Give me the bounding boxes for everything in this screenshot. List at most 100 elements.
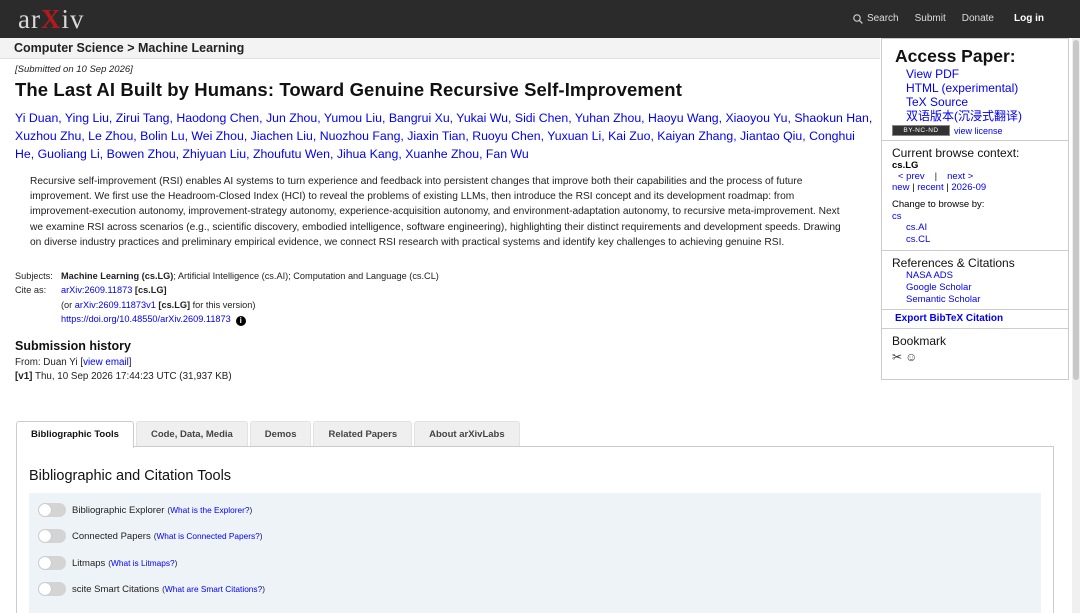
author-link[interactable]: Bolin Lu	[140, 129, 184, 143]
tool-help-link[interactable]: What is Litmaps?	[111, 558, 175, 568]
author-separator: ,	[246, 147, 253, 162]
tab-bibliographic-tools[interactable]: Bibliographic Tools	[16, 421, 134, 448]
new-link[interactable]: new	[892, 182, 909, 193]
author-link[interactable]: Yumou Liu	[324, 111, 382, 125]
author-separator: ,	[108, 111, 116, 125]
author-link[interactable]: Xiaoyou Yu	[725, 111, 787, 125]
prev-link[interactable]: < prev	[898, 171, 925, 182]
export-bibtex-link[interactable]: Export BibTeX Citation	[882, 310, 1068, 330]
author-link[interactable]: Yi Duan	[15, 111, 58, 125]
author-separator: ,	[329, 147, 337, 162]
submit-link[interactable]: Submit	[915, 13, 946, 24]
author-link[interactable]: Haoyu Wang	[648, 111, 719, 125]
author-link[interactable]: Xuzhou Zhu	[15, 129, 81, 143]
panel-heading: Bibliographic and Citation Tools	[29, 468, 232, 484]
nav-links: Search Submit Donate Log in	[853, 13, 1044, 24]
author-link[interactable]: Jiantao Qiu	[740, 129, 802, 143]
bibsonomy-icon[interactable]: ✂	[892, 350, 902, 364]
author-link[interactable]: Sidi Chen	[515, 111, 568, 125]
connected-papers-toggle[interactable]	[38, 529, 66, 543]
author-link[interactable]: Jiaxin Tian	[407, 129, 465, 143]
empty-label	[15, 298, 61, 313]
author-link[interactable]: Shaokun Han	[794, 111, 869, 125]
cite-row: Cite as: arXiv:2609.11873 [cs.LG]	[15, 283, 875, 298]
cite-id-link[interactable]: arXiv:2609.11873	[61, 285, 132, 295]
author-link[interactable]: Wei Zhou	[191, 129, 243, 143]
search-link[interactable]: Search	[853, 13, 899, 24]
author-separator: ,	[175, 147, 183, 162]
prev-next-row: < prev | next >	[898, 171, 1068, 182]
explorer-toggle[interactable]	[38, 503, 66, 517]
author-link[interactable]: Zirui Tang	[116, 111, 170, 125]
tool-help: (What is Connected Papers?)	[153, 531, 263, 541]
arxiv-logo[interactable]: arXiv	[18, 4, 85, 35]
author-link[interactable]: Bowen Zhou	[107, 147, 176, 161]
view-email-link[interactable]: view email	[83, 357, 129, 368]
tool-help-link[interactable]: What are Smart Citations?	[165, 584, 262, 594]
author-link[interactable]: Guoliang Li	[38, 147, 100, 161]
cite-v1-tag: [cs.LG]	[158, 299, 191, 310]
access-paper-section: Access Paper: View PDF HTML (experimenta…	[882, 39, 1068, 141]
doi-link[interactable]: https://doi.org/10.48550/arXiv.2609.1187…	[61, 314, 231, 324]
submitted-date: [Submitted on 10 Sep 2026]	[15, 64, 133, 75]
cc-license-badge[interactable]: BY-NC-ND	[892, 125, 950, 136]
tab-about-arxivlabs[interactable]: About arXivLabs	[414, 421, 520, 447]
litmaps-toggle[interactable]	[38, 556, 66, 570]
tex-source-link[interactable]: TeX Source	[906, 95, 968, 109]
tool-name: Bibliographic Explorer	[72, 504, 165, 516]
recent-link[interactable]: recent	[917, 182, 943, 193]
reddit-icon[interactable]: ☺	[905, 350, 917, 364]
author-link[interactable]: Nuozhou Fang	[320, 129, 401, 143]
semantic-scholar-link[interactable]: Semantic Scholar	[906, 294, 980, 305]
view-pdf-link[interactable]: View PDF	[906, 67, 959, 81]
tab-code-data-media[interactable]: Code, Data, Media	[135, 421, 248, 447]
author-link[interactable]: Ying Liu	[65, 111, 109, 125]
author-link[interactable]: Xuanhe Zhou	[405, 147, 479, 161]
author-link[interactable]: Fan Wu	[486, 147, 529, 161]
nasa-ads-link[interactable]: NASA ADS	[906, 270, 953, 281]
tab-related-papers[interactable]: Related Papers	[313, 421, 413, 447]
author-separator: ,	[381, 111, 389, 125]
browse-context-heading: Current browse context:	[892, 146, 1020, 160]
tool-bibliographic-explorer: Bibliographic Explorer (What is the Expl…	[38, 503, 252, 517]
view-license-link[interactable]: view license	[954, 126, 1003, 136]
author-link[interactable]: Haodong Chen	[176, 111, 259, 125]
author-link[interactable]: Bangrui Xu	[389, 111, 450, 125]
browse-cs-ai-link[interactable]: cs.AI	[906, 222, 927, 233]
author-link[interactable]: Yuhan Zhou	[575, 111, 641, 125]
license-row: BY-NC-ND view license	[892, 125, 1068, 136]
google-scholar-link[interactable]: Google Scholar	[906, 282, 971, 293]
author-separator: ,	[99, 147, 107, 162]
donate-link[interactable]: Donate	[962, 13, 994, 24]
author-link[interactable]: Jiachen Liu	[251, 129, 313, 143]
author-link[interactable]: Zhoufutu Wen	[253, 147, 330, 161]
author-link[interactable]: Jihua Kang	[337, 147, 399, 161]
tab-demos[interactable]: Demos	[249, 421, 312, 447]
author-link[interactable]: Zhiyuan Liu	[183, 147, 247, 161]
login-link[interactable]: Log in	[1014, 13, 1044, 24]
author-link[interactable]: Kaiyan Zhang	[657, 129, 733, 143]
author-link[interactable]: Yukai Wu	[456, 111, 508, 125]
tool-name: Litmaps	[72, 557, 106, 569]
bilingual-link[interactable]: 双语版本(沉浸式翻译)	[906, 109, 1022, 123]
cite-label: Cite as:	[15, 285, 47, 296]
author-link[interactable]: Yuxuan Li	[547, 129, 601, 143]
scite-toggle[interactable]	[38, 582, 66, 596]
or-suffix: for this version)	[192, 299, 256, 310]
month-link[interactable]: 2026-09	[951, 182, 986, 193]
author-link[interactable]: Ruoyu Chen	[472, 129, 540, 143]
browse-cs-cl-link[interactable]: cs.CL	[906, 234, 930, 245]
author-link[interactable]: Le Zhou	[88, 129, 133, 143]
search-label: Search	[866, 13, 899, 24]
html-link[interactable]: HTML (experimental)	[906, 81, 1018, 95]
logo-text-right: iv	[61, 4, 85, 34]
scrollbar-thumb[interactable]	[1073, 40, 1079, 380]
cite-v1-link[interactable]: arXiv:2609.11873v1	[75, 300, 156, 310]
tool-help-link[interactable]: What is Connected Papers?	[156, 531, 259, 541]
browse-cs-link[interactable]: cs	[892, 211, 902, 222]
author-link[interactable]: Jun Zhou	[266, 111, 317, 125]
next-link[interactable]: next >	[947, 171, 973, 182]
author-link[interactable]: Kai Zuo	[608, 129, 650, 143]
tool-help-link[interactable]: What is the Explorer?	[170, 505, 249, 515]
info-icon[interactable]: i	[235, 316, 246, 327]
